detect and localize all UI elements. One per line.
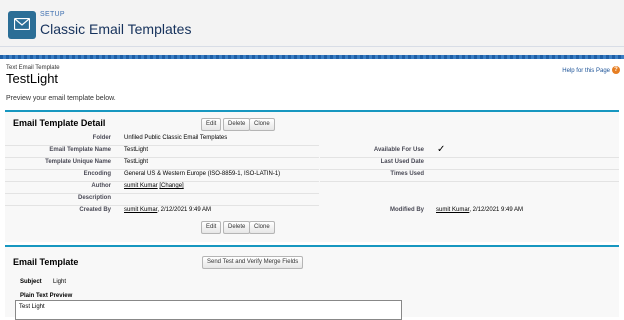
clone-button-bottom[interactable]: Clone — [249, 221, 275, 234]
page-title: TestLight — [6, 71, 59, 86]
divider — [5, 181, 319, 182]
email-template-panel: Email Template Send Test and Verify Merg… — [5, 245, 619, 320]
email-template-title: Email Template — [13, 257, 79, 267]
unique-name-label: Template Unique Name — [45, 159, 111, 165]
author-link[interactable]: sumit Kumar — [124, 183, 158, 189]
times-used-label: Times Used — [390, 171, 424, 177]
edit-button-bottom[interactable]: Edit — [201, 221, 222, 234]
created-by-value: sumit Kumar, 2/12/2021 9:49 AM — [124, 207, 211, 213]
divider — [5, 157, 319, 158]
email-template-icon — [8, 11, 36, 39]
divider — [320, 157, 619, 158]
delete-button-bottom[interactable]: Delete — [223, 221, 251, 234]
divider — [5, 169, 319, 170]
help-icon[interactable]: ? — [612, 66, 620, 74]
delete-button[interactable]: Delete — [223, 118, 251, 131]
folder-value: Unfiled Public Classic Email Templates — [124, 135, 228, 141]
modified-by-link[interactable]: sumit Kumar — [436, 207, 469, 213]
template-name-value: TestLight — [124, 147, 149, 153]
created-date: , 2/12/2021 9:49 AM — [157, 207, 212, 213]
description-label: Description — [77, 195, 111, 201]
author-value: sumit Kumar [Change] — [124, 183, 184, 189]
modified-by-label: Modified By — [390, 207, 424, 213]
subject-value: Light — [53, 279, 67, 285]
header-eyebrow: SETUP — [40, 11, 65, 18]
plain-text-preview: Test Light — [15, 300, 402, 320]
available-label: Available For Use — [373, 147, 424, 153]
change-owner-link[interactable]: [Change] — [159, 183, 183, 189]
blue-band — [0, 55, 624, 59]
subject-label: Subject — [20, 279, 42, 285]
created-by-link[interactable]: sumit Kumar — [124, 207, 157, 213]
plain-text-label: Plain Text Preview — [20, 293, 73, 299]
header-title: Classic Email Templates — [40, 21, 192, 37]
checkmark-icon: ✓ — [437, 144, 446, 155]
encoding-value: General US & Western Europe (ISO-8859-1,… — [124, 171, 281, 177]
divider — [320, 181, 619, 182]
detail-title: Email Template Detail — [13, 118, 106, 128]
created-by-label: Created By — [79, 207, 111, 213]
template-name-label: Email Template Name — [49, 147, 111, 153]
send-test-button[interactable]: Send Test and Verify Merge Fields — [202, 256, 304, 269]
modified-by-value: sumit Kumar, 2/12/2021 9:49 AM — [436, 207, 523, 213]
help-link[interactable]: Help for this Page — [562, 68, 610, 74]
edit-button[interactable]: Edit — [201, 118, 222, 131]
modified-date: , 2/12/2021 9:49 AM — [469, 207, 524, 213]
clone-button[interactable]: Clone — [249, 118, 275, 131]
plain-text-body: Test Light — [19, 304, 45, 310]
divider — [320, 169, 619, 170]
intro-text: Preview your email template below. — [6, 95, 116, 102]
email-template-detail-panel: Email Template Detail Edit Delete Clone … — [5, 110, 619, 242]
app-header: SETUP Classic Email Templates — [0, 0, 624, 47]
encoding-label: Encoding — [83, 171, 111, 177]
author-label: Author — [91, 183, 111, 189]
divider — [5, 205, 319, 206]
unique-name-value: TestLight — [124, 159, 149, 165]
divider — [5, 193, 319, 194]
last-used-label: Last Used Date — [380, 159, 424, 165]
folder-label: Folder — [92, 135, 111, 141]
divider — [5, 145, 319, 146]
